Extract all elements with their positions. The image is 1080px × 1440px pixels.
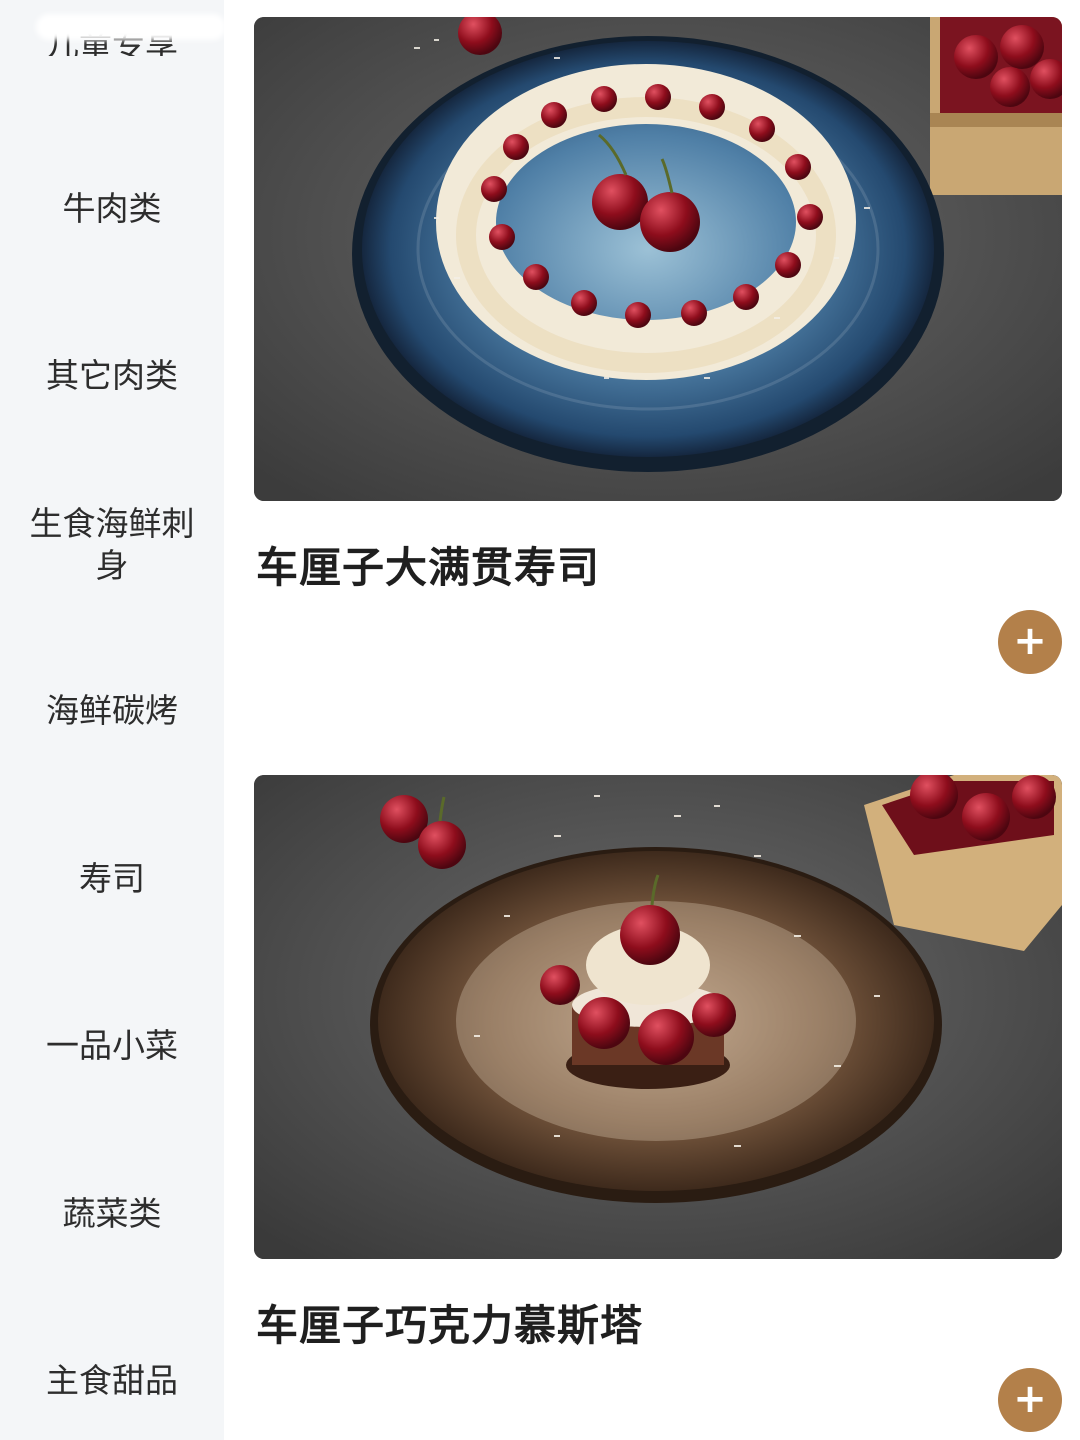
category-item-label: 生食海鲜刺身 xyxy=(29,504,195,585)
category-item-label: 主食甜品 xyxy=(46,1361,178,1400)
category-item-raw-seafood[interactable]: 生食海鲜刺身 xyxy=(0,503,224,587)
category-item-other-meat[interactable]: 其它肉类 xyxy=(0,355,224,397)
dish-name: 车厘子巧克力慕斯塔 xyxy=(256,1301,644,1350)
category-item-label: 牛肉类 xyxy=(62,189,162,228)
category-item-label: 其它肉类 xyxy=(46,356,178,395)
category-item-vegetables[interactable]: 蔬菜类 xyxy=(0,1193,224,1235)
redaction-mark xyxy=(36,14,226,40)
category-item-label: 一品小菜 xyxy=(46,1026,178,1065)
add-to-cart-button[interactable]: + xyxy=(998,1368,1062,1432)
dish-photo-chocolate-mousse-tart[interactable] xyxy=(254,775,1062,1259)
category-sidebar: 儿童专享 牛肉类 其它肉类 生食海鲜刺身 海鲜碳烤 寿司 一品小菜 蔬菜类 主食… xyxy=(0,0,226,1440)
category-item-label: 海鲜碳烤 xyxy=(46,691,178,730)
category-item-beef[interactable]: 牛肉类 xyxy=(0,188,224,230)
category-item-sushi[interactable]: 寿司 xyxy=(0,858,224,900)
category-item-label: 蔬菜类 xyxy=(62,1194,162,1233)
category-item-staple-dessert[interactable]: 主食甜品 xyxy=(0,1360,224,1402)
dish-photo-sushi-wreath[interactable] xyxy=(254,17,1062,501)
dish-name: 车厘子大满贯寿司 xyxy=(256,543,601,592)
category-item-label: 寿司 xyxy=(79,859,145,898)
plus-icon: + xyxy=(1013,617,1047,664)
category-item-small-dishes[interactable]: 一品小菜 xyxy=(0,1025,224,1067)
category-item-grilled-seafood[interactable]: 海鲜碳烤 xyxy=(0,690,224,732)
add-to-cart-button[interactable]: + xyxy=(998,610,1062,674)
dish-list: 车厘子大满贯寿司 + 车厘子巧克力慕斯塔 + xyxy=(224,0,1080,1440)
plus-icon: + xyxy=(1013,1375,1047,1422)
